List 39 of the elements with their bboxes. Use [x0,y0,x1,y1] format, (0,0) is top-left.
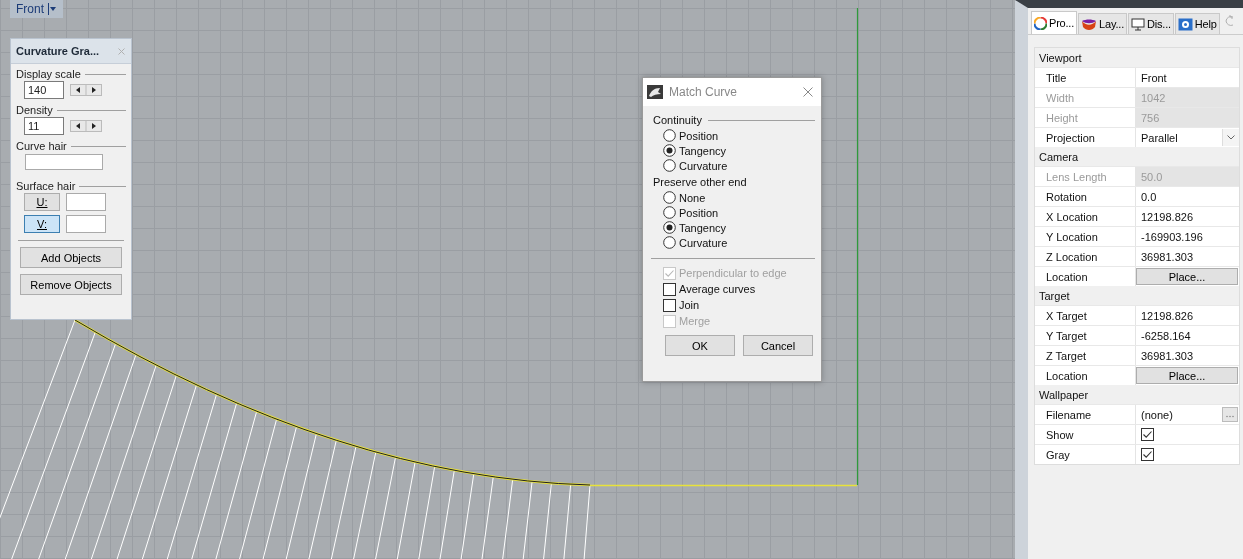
option-label: Merge [679,315,711,327]
panel-tab[interactable]: Lay... [1078,13,1127,34]
dialog-title: Match Curve [669,85,739,99]
panel-title: Curvature Gra... [16,45,100,57]
objects-button[interactable]: Remove Objects [20,274,122,295]
place-button[interactable]: Place... [1136,367,1238,384]
property-value[interactable]: (none) [1141,408,1220,421]
option-label: None [679,191,706,204]
number-field[interactable]: 140 [24,81,64,99]
group-label: Continuity [653,114,702,126]
option-label: Position [679,206,719,219]
group-label: Density [16,104,53,116]
group-label: Display scale [16,68,81,80]
option-label: Curvature [679,159,728,172]
option-label: Perpendicular to edge [679,267,787,279]
axis-button[interactable]: V: [24,215,60,233]
section-header[interactable]: Viewport [1035,48,1239,67]
axis-button[interactable]: U: [24,193,60,211]
group-label: Surface hair [16,180,76,192]
objects-button[interactable]: Add Objects [20,247,122,268]
option-label: Average curves [679,283,756,295]
option-label: Position [679,129,719,142]
dropdown-value[interactable]: Parallel [1141,131,1220,144]
group-label: Preserve other end [653,176,747,188]
number-field[interactable]: 11 [24,117,64,135]
option-label: Curvature [679,236,728,249]
dialog-button[interactable]: Cancel [743,335,813,356]
option-label: Tangency [679,221,727,234]
option-label: Join [679,299,700,311]
panel-tab[interactable]: Dis... [1128,13,1174,34]
panel-tab[interactable]: Help [1174,13,1220,34]
dialog-button[interactable]: OK [665,335,735,356]
section-header[interactable]: Camera [1035,147,1239,166]
section-header[interactable]: Wallpaper [1035,385,1239,404]
group-label: Curve hair [16,140,67,152]
panel-tab[interactable]: Pro... [1031,11,1078,34]
option-label: Tangency [679,144,727,157]
section-header[interactable]: Target [1035,286,1239,305]
place-button[interactable]: Place... [1136,268,1238,285]
